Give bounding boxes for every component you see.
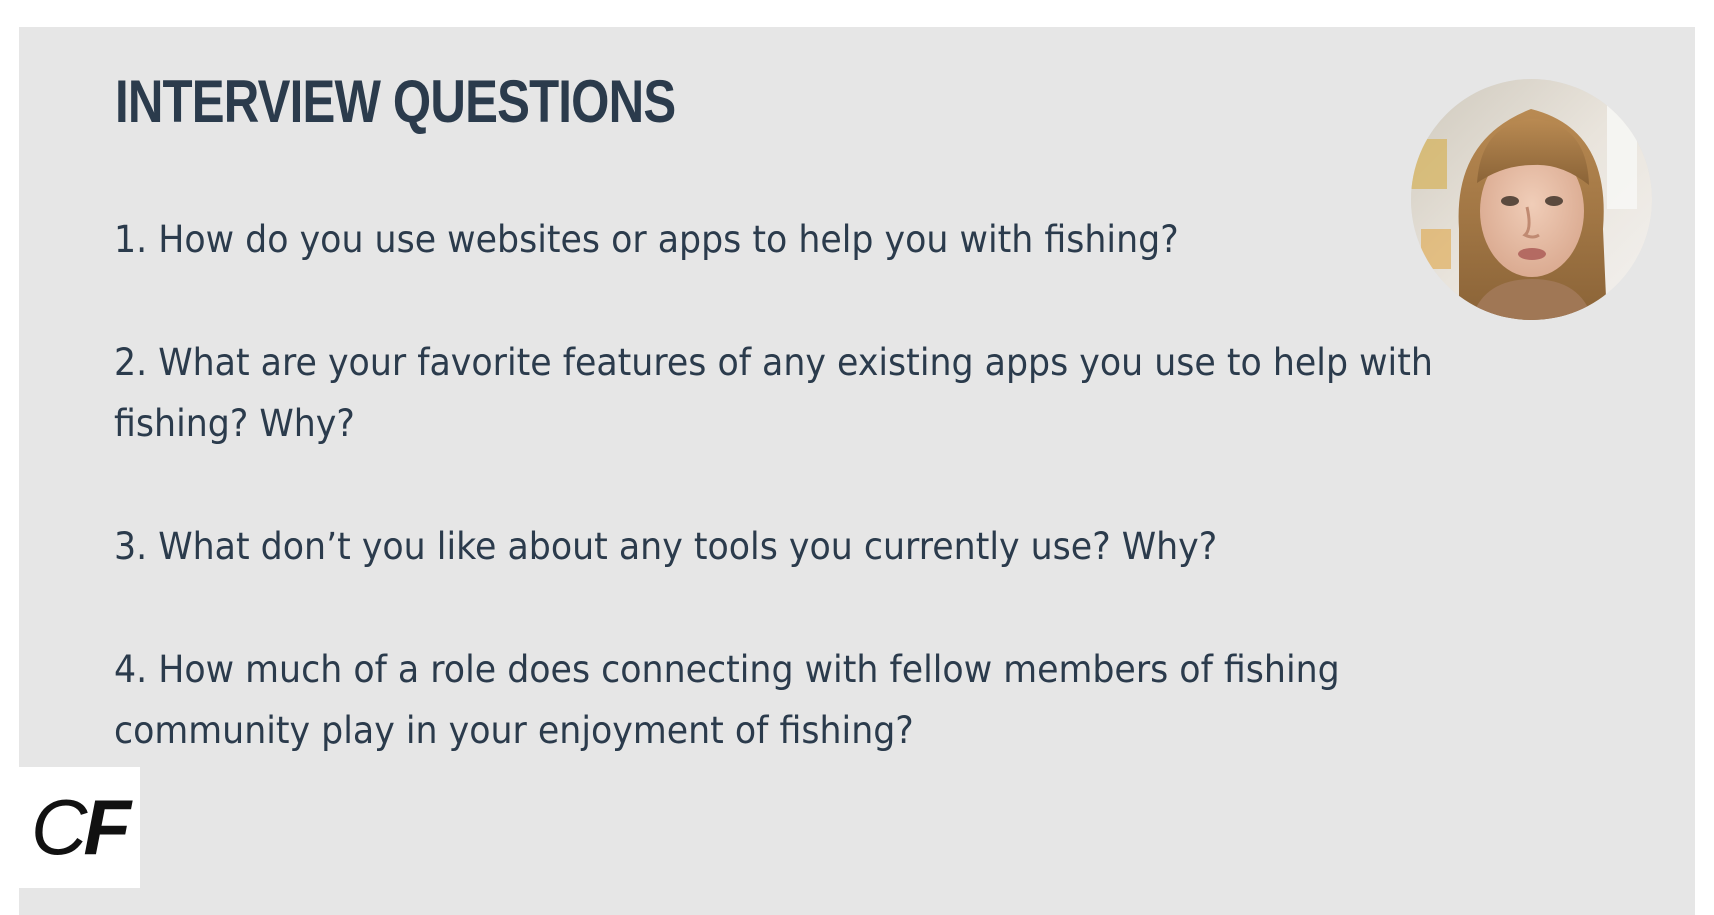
question-list: 1. How do you use websites or apps to he… <box>114 209 1584 823</box>
channel-logo: CF <box>19 767 140 888</box>
logo-letter-c: C <box>31 783 87 871</box>
question-item: 2. What are your favorite features of an… <box>114 341 1433 445</box>
question-item: 3. What don’t you like about any tools y… <box>114 525 1218 568</box>
question-item: 1. How do you use websites or apps to he… <box>114 218 1179 261</box>
question-item: 4. How much of a role does connecting wi… <box>114 648 1340 752</box>
presenter-portrait-icon <box>1411 79 1652 320</box>
slide: INTERVIEW QUESTIONS 1. How do you use we… <box>19 27 1695 915</box>
presenter-video-avatar <box>1411 79 1652 320</box>
logo-letter-f: F <box>83 783 131 871</box>
slide-title: INTERVIEW QUESTIONS <box>115 68 676 135</box>
logo-text: CF <box>31 787 131 867</box>
